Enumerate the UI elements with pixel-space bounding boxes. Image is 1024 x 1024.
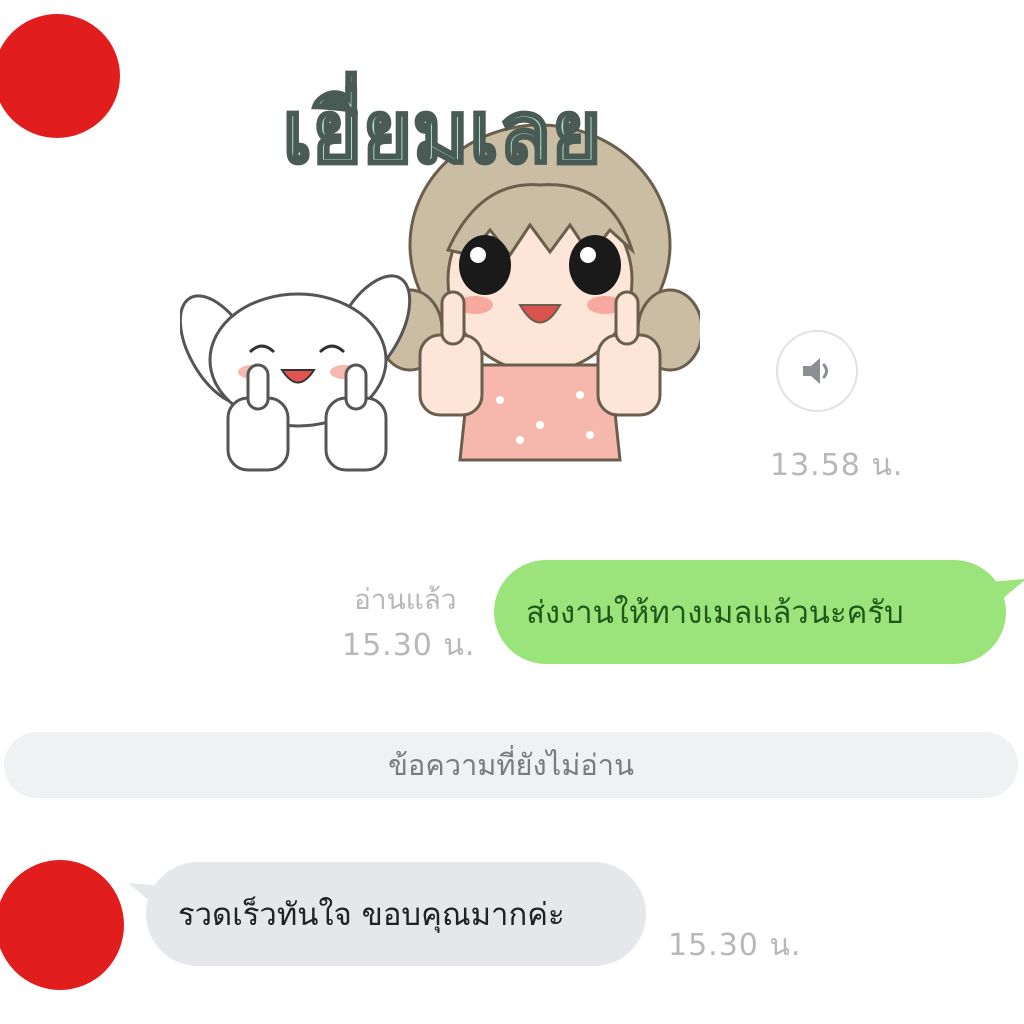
message-time: 15.30 น. bbox=[342, 628, 476, 663]
chat-window: เยี่ยมเลย 13.58 น. อ่านแล้ว 15.30 น. ส่ง… bbox=[0, 0, 1024, 1024]
sticker-message[interactable]: เยี่ยมเลย bbox=[180, 30, 700, 480]
sticker-sound-button[interactable] bbox=[776, 330, 858, 412]
contact-avatar[interactable] bbox=[0, 860, 124, 990]
read-status: อ่านแล้ว bbox=[354, 583, 457, 616]
contact-avatar[interactable] bbox=[0, 14, 120, 138]
outgoing-message-text: ส่งงานให้ทางเมลแล้วนะครับ bbox=[526, 595, 904, 631]
incoming-message-text: รวดเร็วทันใจ ขอบคุณมากค่ะ bbox=[178, 897, 565, 933]
message-time: 13.58 น. bbox=[770, 448, 904, 483]
speaker-icon bbox=[803, 358, 828, 384]
sticker-text: เยี่ยมเลย bbox=[282, 71, 601, 183]
sticker-image: เยี่ยมเลย bbox=[180, 70, 700, 472]
outgoing-message-bubble[interactable]: ส่งงานให้ทางเมลแล้วนะครับ bbox=[494, 560, 1024, 664]
unread-messages-divider: ข้อความที่ยังไม่อ่าน bbox=[4, 732, 1018, 798]
message-time: 15.30 น. bbox=[668, 928, 802, 963]
bubble-tail bbox=[988, 564, 1024, 602]
bubble-tail bbox=[124, 868, 166, 906]
incoming-message-bubble[interactable]: รวดเร็วทันใจ ขอบคุณมากค่ะ bbox=[124, 862, 646, 966]
